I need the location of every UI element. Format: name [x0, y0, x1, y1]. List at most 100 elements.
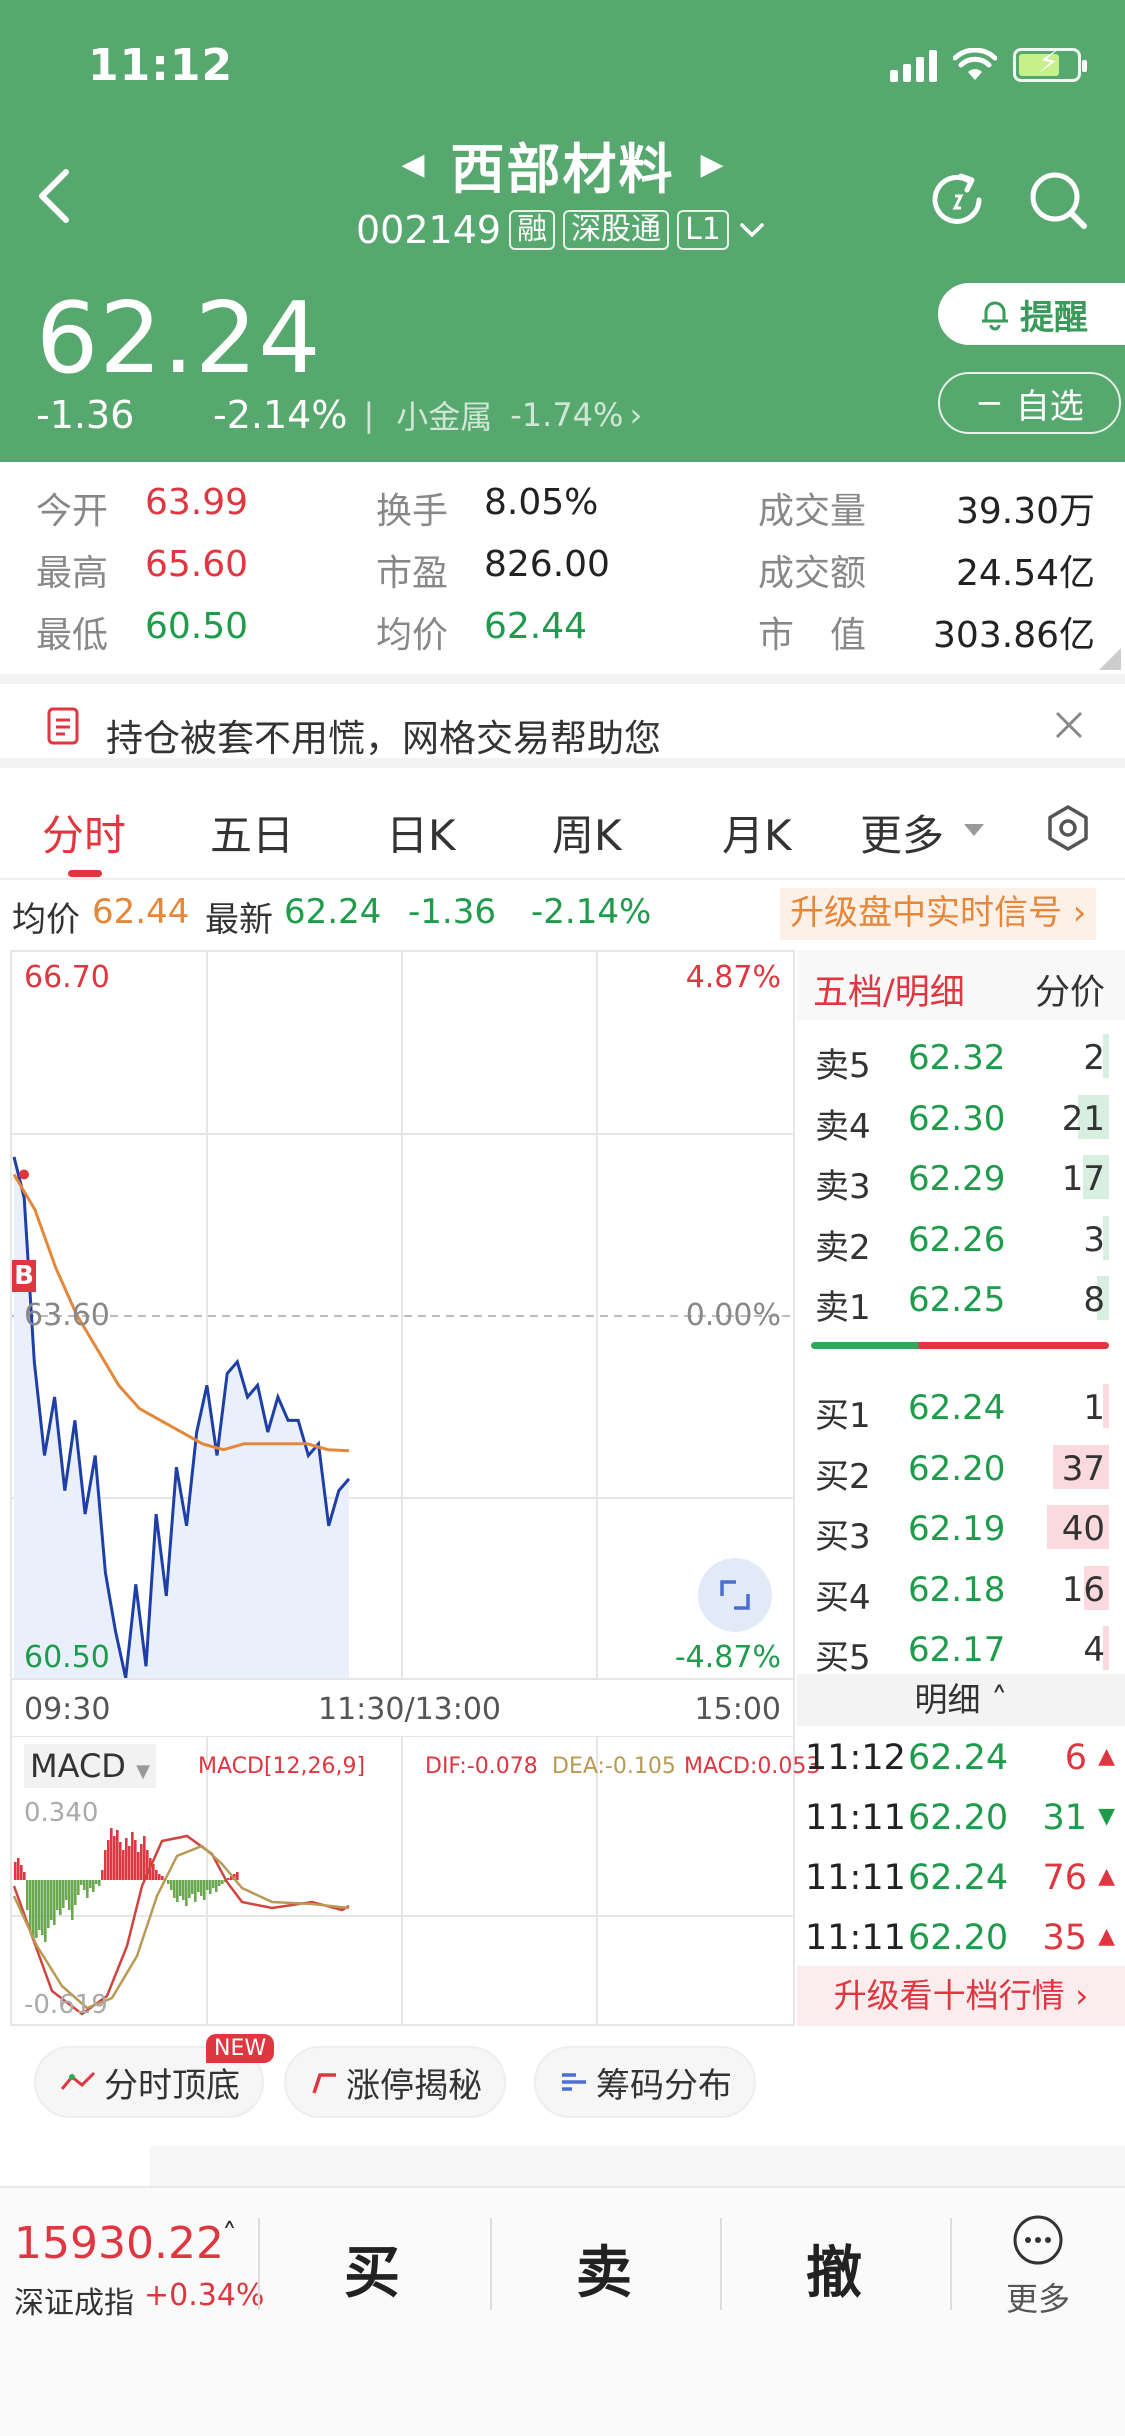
- bids-level-5[interactable]: 买5 62.17 4: [797, 1622, 1117, 1678]
- upgrade-signal-button[interactable]: 升级盘中实时信号 ›: [780, 888, 1097, 940]
- sell-button[interactable]: 卖: [576, 2228, 632, 2309]
- bids-level-1[interactable]: 买1 62.24 1: [797, 1380, 1117, 1436]
- tab-five-day[interactable]: 五日: [210, 802, 294, 863]
- macd-bar: [53, 1880, 56, 1925]
- macd-bar: [218, 1880, 221, 1886]
- macd-bar: [137, 1852, 140, 1880]
- macd-bar: [197, 1880, 200, 1892]
- detail-toggle[interactable]: 明细 ˄: [797, 1674, 1125, 1726]
- stock-code: 002149: [356, 208, 502, 252]
- pct-max-label: 4.87%: [685, 960, 781, 995]
- chevron-down-icon[interactable]: [737, 218, 767, 242]
- upgrade-level10-button[interactable]: 升级看十档行情 ›: [797, 1966, 1125, 2026]
- price-distribution-tab[interactable]: 分价: [1035, 964, 1105, 1015]
- tab-more[interactable]: 更多: [860, 802, 944, 863]
- macd-bar: [116, 1830, 119, 1880]
- index-value: 15930.22: [14, 2218, 224, 2269]
- macd-bar: [182, 1880, 185, 1900]
- macd-bar: [170, 1880, 173, 1890]
- level-name: 买1: [815, 1396, 871, 1436]
- cancel-button[interactable]: 撤: [806, 2228, 862, 2309]
- avg-price-value: 62.44: [92, 892, 190, 932]
- shenzhen-connect-tag: 深股通: [563, 210, 670, 250]
- level-price: 62.25: [908, 1280, 1006, 1320]
- refresh-button[interactable]: [925, 168, 989, 232]
- macd-panel[interactable]: MACD ▼ MACD[12,26,9] DIF:-0.078 DEA:-0.1…: [10, 1736, 820, 2026]
- tool-label: 分时顶底: [104, 2065, 240, 2106]
- tab-monthly-k[interactable]: 月K: [722, 802, 792, 863]
- trade-row: 11:11 62.20 31 ▼: [797, 1794, 1125, 1850]
- expand-corner-icon[interactable]: [1099, 648, 1121, 670]
- status-icons: ⚡: [890, 45, 1087, 82]
- asks-level-4[interactable]: 卖2 62.26 3: [797, 1212, 1117, 1268]
- index-ticker[interactable]: 15930.22 ˄ 深证成指 +0.34%: [0, 2188, 264, 2321]
- next-stock-button[interactable]: ▶: [701, 147, 724, 182]
- settings-icon[interactable]: [1044, 804, 1092, 852]
- close-icon[interactable]: [1054, 710, 1084, 740]
- signal-icon: [890, 50, 937, 82]
- macd-bar: [47, 1880, 50, 1928]
- asks-level-3[interactable]: 卖3 62.29 17: [797, 1151, 1117, 1207]
- order-book-tab[interactable]: 五档/明细: [813, 964, 965, 1015]
- time-axis: 09:30 11:30/13:00 15:00: [10, 1680, 795, 1736]
- level-price: 62.26: [908, 1219, 1006, 1260]
- bids-level-3[interactable]: 买3 62.19 40: [797, 1501, 1117, 1557]
- divider: [490, 2218, 492, 2310]
- tool-chip-distribution[interactable]: 筹码分布: [534, 2046, 756, 2118]
- level-tag[interactable]: L1: [677, 210, 729, 250]
- more-button[interactable]: 更多: [990, 2208, 1110, 2318]
- macd-bar: [98, 1880, 101, 1886]
- fullscreen-button[interactable]: [698, 1558, 772, 1632]
- macd-bar: [221, 1880, 224, 1884]
- remind-button[interactable]: 提醒: [938, 283, 1125, 345]
- trend-icon: [60, 2071, 96, 2090]
- expand-icon: [720, 1580, 750, 1610]
- new-badge: NEW: [206, 2034, 275, 2063]
- sector-name[interactable]: 小金属: [396, 392, 492, 438]
- macd-bar: [89, 1880, 92, 1888]
- macd-bar: [80, 1880, 83, 1885]
- chevron-right-icon[interactable]: ›: [629, 396, 642, 434]
- watchlist-label: 自选: [1015, 386, 1084, 427]
- macd-bar: [176, 1880, 179, 1902]
- wifi-icon: [953, 48, 997, 80]
- asks-level-2[interactable]: 卖4 62.30 21: [797, 1091, 1117, 1147]
- latest-change-pct: -2.14%: [531, 892, 652, 932]
- margin-tag: 融: [509, 210, 556, 250]
- tab-weekly-k[interactable]: 周K: [552, 802, 622, 863]
- intraday-chart[interactable]: 66.70 63.60 60.50 4.87% 0.00% -4.87% B: [10, 950, 795, 1680]
- trade-row: 11:12 62.24 6 ▲: [797, 1734, 1125, 1790]
- level-price: 62.29: [908, 1159, 1006, 1199]
- trade-volume: 31: [1042, 1798, 1087, 1838]
- tab-intraday[interactable]: 分时: [42, 802, 126, 863]
- buy-marker[interactable]: B: [12, 1260, 36, 1292]
- tool-limit-up-reveal[interactable]: 涨停揭秘: [284, 2046, 506, 2118]
- promo-banner[interactable]: 持仓被套不用慌，网格交易帮助您: [0, 674, 1125, 768]
- buy-button[interactable]: 买: [344, 2228, 400, 2309]
- bids-level-2[interactable]: 买2 62.20 37: [797, 1441, 1117, 1497]
- bids-level-4[interactable]: 买4 62.18 16: [797, 1562, 1117, 1618]
- pe-label: 市盈: [376, 553, 449, 594]
- mcap-label: 市 值: [758, 615, 867, 656]
- asks-level-5[interactable]: 卖1 62.25 8: [797, 1272, 1117, 1328]
- tool-intraday-top-bottom[interactable]: 分时顶底 NEW: [34, 2034, 275, 2118]
- level-name: 卖3: [815, 1167, 871, 1207]
- sector-change[interactable]: -1.74%: [510, 396, 623, 434]
- tool-label: 筹码分布: [596, 2065, 732, 2106]
- watchlist-button[interactable]: − 自选: [938, 372, 1121, 434]
- level-volume: 3: [1083, 1219, 1105, 1260]
- level-volume: 40: [1061, 1509, 1105, 1549]
- open-label: 今开: [36, 491, 109, 532]
- open-value: 63.99: [145, 482, 249, 523]
- caret-down-icon[interactable]: [962, 822, 986, 838]
- tab-daily-k[interactable]: 日K: [386, 802, 456, 863]
- prev-stock-button[interactable]: ◀: [401, 147, 424, 182]
- search-button[interactable]: [1026, 168, 1090, 232]
- trade-time: 11:12: [805, 1738, 906, 1778]
- indicator-select[interactable]: MACD ▼: [24, 1744, 156, 1788]
- macd-bar: [155, 1870, 158, 1880]
- amount-value: 24.54亿: [955, 553, 1095, 594]
- stock-name: 西部材料: [450, 138, 675, 201]
- asks-level-1[interactable]: 卖5 62.32 2: [797, 1030, 1117, 1086]
- latest-price-value: 62.24: [284, 892, 382, 932]
